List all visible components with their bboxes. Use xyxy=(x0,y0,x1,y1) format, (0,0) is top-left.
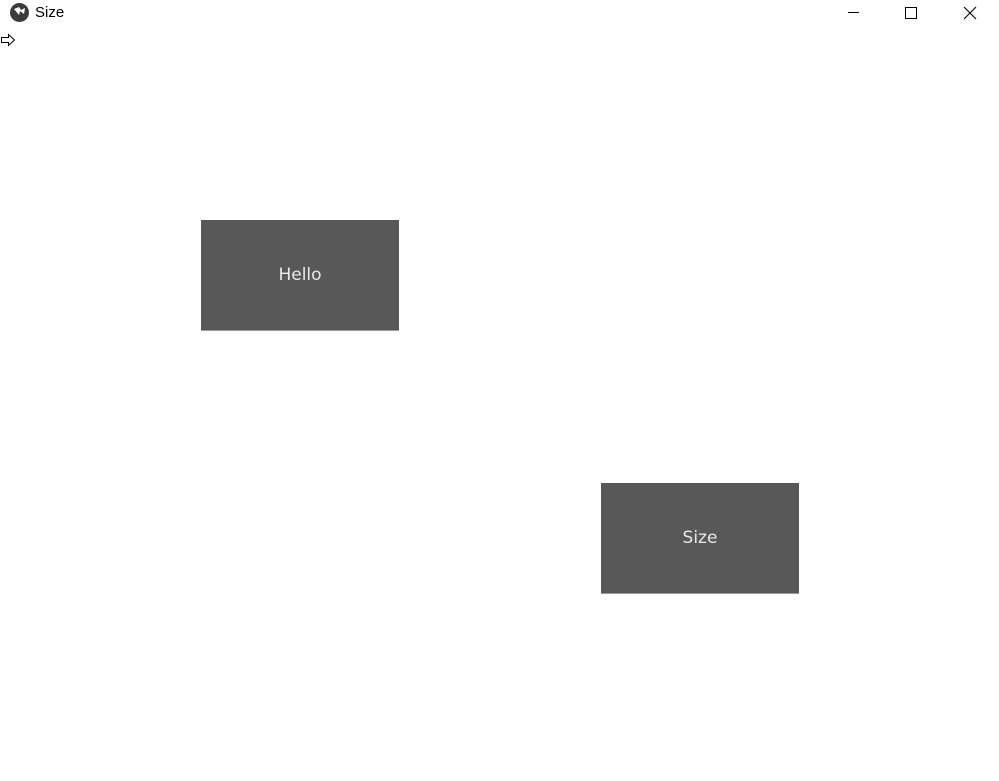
maximize-button[interactable] xyxy=(888,0,934,26)
close-icon xyxy=(963,6,977,20)
close-button[interactable] xyxy=(946,0,992,26)
size-button[interactable]: Size xyxy=(601,483,799,593)
pointer-arrow-icon xyxy=(1,33,17,47)
hello-button[interactable]: Hello xyxy=(201,220,399,330)
minimize-icon xyxy=(848,12,859,13)
app-window: Size Hello Size xyxy=(0,0,999,781)
title-bar[interactable]: Size xyxy=(0,0,999,26)
window-title: Size xyxy=(35,4,65,21)
minimize-button[interactable] xyxy=(830,0,876,26)
kivy-logo-icon xyxy=(10,3,29,22)
maximize-icon xyxy=(905,7,917,19)
